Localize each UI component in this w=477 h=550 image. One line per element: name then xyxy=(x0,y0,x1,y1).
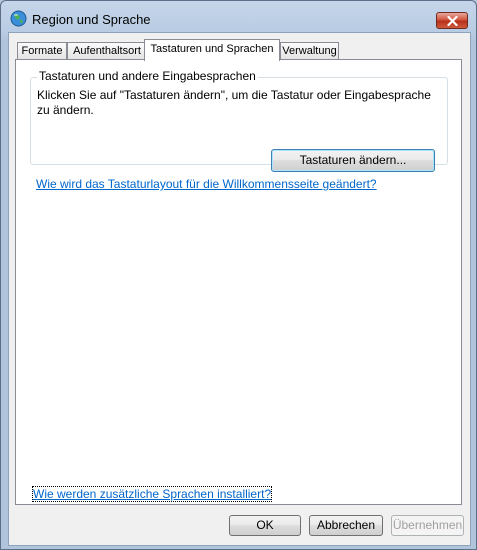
tab-formate[interactable]: Formate xyxy=(17,42,67,60)
ok-button[interactable]: OK xyxy=(229,515,301,536)
window-title: Region und Sprache xyxy=(32,12,151,27)
close-icon xyxy=(447,16,458,26)
tab-panel: Tastaturen und andere Eingabesprachen Kl… xyxy=(15,59,462,505)
title-bar[interactable]: Region und Sprache xyxy=(1,1,476,35)
install-languages-link[interactable]: Wie werden zusätzliche Sprachen installi… xyxy=(31,486,273,502)
cancel-button[interactable]: Abbrechen xyxy=(309,515,383,536)
tab-aufenthaltsort[interactable]: Aufenthaltsort xyxy=(67,42,147,60)
groupbox-title: Tastaturen und andere Eingabesprachen xyxy=(37,69,258,83)
apply-label: Übernehmen xyxy=(392,518,463,532)
cancel-label: Abbrechen xyxy=(316,518,376,532)
tab-tastaturen-und-sprachen[interactable]: Tastaturen und Sprachen xyxy=(144,39,280,61)
welcome-layout-link[interactable]: Wie wird das Tastaturlayout für die Will… xyxy=(36,177,377,191)
globe-icon xyxy=(10,10,27,27)
dialog-client-area: Formate Aufenthaltsort Tastaturen und Sp… xyxy=(8,32,471,546)
change-keyboards-label: Tastaturen ändern... xyxy=(299,153,407,167)
close-button[interactable] xyxy=(436,12,468,29)
tab-verwaltung[interactable]: Verwaltung xyxy=(280,42,339,60)
change-keyboards-button[interactable]: Tastaturen ändern... xyxy=(271,149,435,172)
apply-button[interactable]: Übernehmen xyxy=(391,515,464,536)
groupbox-description: Klicken Sie auf "Tastaturen ändern", um … xyxy=(37,88,431,117)
ok-label: OK xyxy=(256,518,274,532)
dialog-window: Region und Sprache Formate Aufenthaltsor… xyxy=(0,0,477,550)
